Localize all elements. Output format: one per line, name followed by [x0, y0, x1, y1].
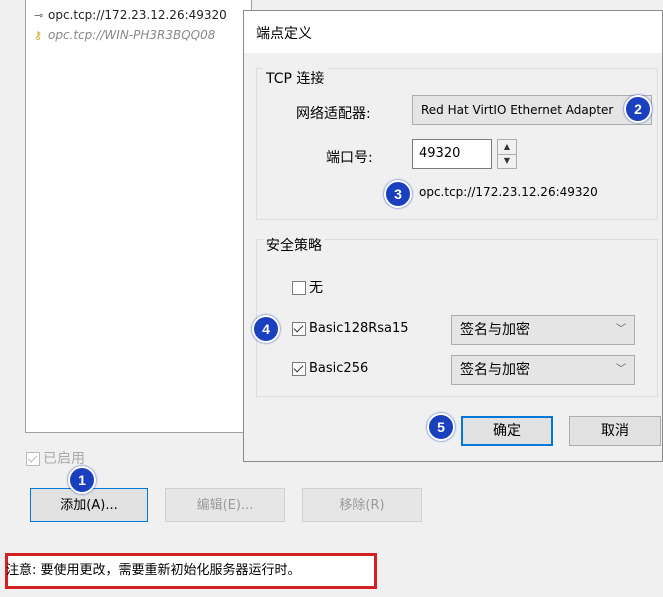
security-group-label: 安全策略	[263, 235, 325, 255]
edit-button: 编辑(E)...	[165, 488, 285, 522]
enabled-checkbox-row: 已启用	[26, 448, 85, 468]
mode-value: 签名与加密	[460, 322, 530, 338]
callout-badge: 4	[252, 315, 280, 343]
policy-none-checkbox[interactable]	[292, 281, 306, 295]
port-spinner[interactable]: ▲ ▼	[497, 139, 517, 169]
policy-basic128-label: Basic128Rsa15	[309, 321, 409, 336]
callout-badge: 5	[427, 413, 455, 441]
enabled-checkbox	[26, 452, 40, 466]
port-input[interactable]: 49320	[412, 139, 492, 169]
dialog-titlebar[interactable]: 端点定义	[244, 11, 662, 53]
endpoint-url: opc.tcp://WIN-PH3R3BQQ08	[48, 28, 216, 42]
policy-basic256-label: Basic256	[309, 361, 369, 376]
spin-down-icon[interactable]: ▼	[498, 154, 516, 168]
note-text: 注意: 要使用更改，需要重新初始化服务器运行时。	[6, 563, 301, 578]
policy-basic128-checkbox[interactable]	[292, 321, 306, 336]
endpoint-list[interactable]: ⊸ opc.tcp://172.23.12.26:49320 ⚷ opc.tcp:/…	[25, 0, 252, 433]
callout-badge: 2	[624, 95, 652, 123]
plug-icon: ⊸	[34, 9, 44, 22]
mode-value: 签名与加密	[460, 362, 530, 378]
policy-basic128-mode-select[interactable]: 签名与加密 ﹀	[451, 315, 635, 345]
remove-button: 移除(R)	[302, 488, 422, 522]
callout-badge: 1	[68, 466, 96, 494]
endpoint-definition-dialog: 端点定义 TCP 连接 网络适配器: Red Hat VirtIO Ethern…	[243, 10, 663, 462]
policy-basic256-row[interactable]: Basic256	[292, 361, 368, 376]
endpoint-item[interactable]: ⚷ opc.tcp://WIN-PH3R3BQQ08	[34, 28, 215, 42]
policy-basic256-mode-select[interactable]: 签名与加密 ﹀	[451, 355, 635, 385]
tcp-group-label: TCP 连接	[263, 68, 328, 88]
enabled-label: 已启用	[43, 451, 85, 467]
port-label: 端口号:	[326, 150, 373, 166]
endpoint-item[interactable]: ⊸ opc.tcp://172.23.12.26:49320	[34, 8, 227, 22]
chevron-down-icon: ﹀	[616, 324, 626, 335]
policy-none-label: 无	[309, 280, 323, 296]
policy-basic128-row[interactable]: Basic128Rsa15	[292, 321, 409, 336]
network-adapter-select[interactable]: Red Hat VirtIO Ethernet Adapter	[412, 95, 652, 125]
policy-none-row[interactable]: 无	[292, 277, 323, 297]
adapter-label: 网络适配器:	[296, 106, 371, 122]
dialog-title: 端点定义	[256, 26, 312, 42]
callout-badge: 3	[384, 180, 412, 208]
ok-button[interactable]: 确定	[461, 416, 553, 446]
endpoint-url-preview: opc.tcp://172.23.12.26:49320	[419, 185, 598, 199]
chevron-down-icon: ﹀	[616, 364, 626, 375]
spin-up-icon[interactable]: ▲	[498, 140, 516, 155]
policy-basic256-checkbox[interactable]	[292, 361, 306, 376]
restart-note: 注意: 要使用更改，需要重新初始化服务器运行时。	[5, 553, 377, 589]
add-button[interactable]: 添加(A)...	[30, 488, 148, 522]
cancel-button[interactable]: 取消	[569, 416, 661, 446]
endpoint-url: opc.tcp://172.23.12.26:49320	[48, 8, 227, 22]
lock-icon: ⚷	[34, 29, 43, 42]
